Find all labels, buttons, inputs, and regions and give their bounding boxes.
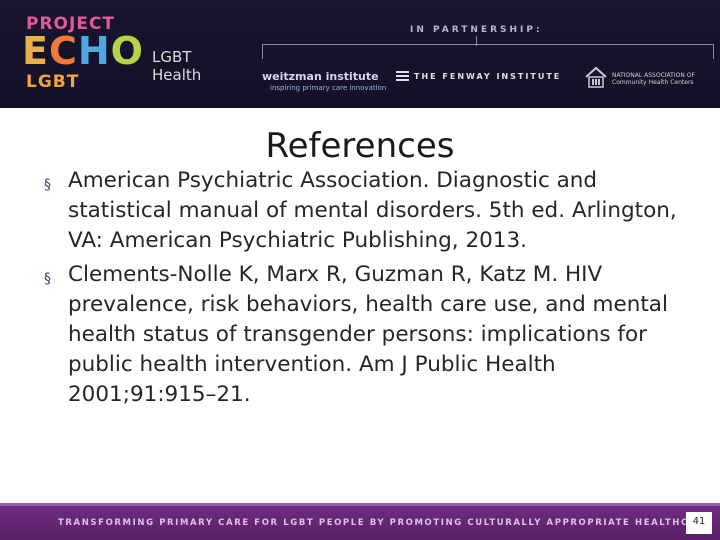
fenway-logo: THE FENWAY INSTITUTE — [414, 72, 562, 81]
reference-item: § Clements-Nolle K, Marx R, Guzman R, Ka… — [44, 260, 684, 410]
reference-text: Clements-Nolle K, Marx R, Guzman R, Katz… — [68, 262, 668, 407]
bullet-icon: § — [44, 177, 51, 193]
weitzman-logo: weitzman institute — [262, 70, 379, 83]
nachc-logo: NATIONAL ASSOCIATION OF Community Health… — [612, 72, 695, 86]
reference-text: American Psychiatric Association. Diagno… — [68, 168, 677, 253]
partnership-bracket — [262, 44, 714, 59]
reference-list: § American Psychiatric Association. Diag… — [44, 166, 684, 414]
slide-title: References — [265, 126, 455, 166]
bullet-icon: § — [44, 271, 51, 287]
footer-tagline: TRANSFORMING PRIMARY CARE FOR LGBT PEOPL… — [58, 518, 713, 528]
logo-lgbt-text: LGBT — [26, 72, 80, 92]
fenway-mark-icon — [396, 71, 409, 81]
project-echo-logo: PROJECT ECHO LGBT LGBT Health — [22, 14, 242, 96]
weitzman-tagline: inspiring primary care innovation — [270, 84, 387, 92]
page-number: 41 — [692, 516, 706, 527]
partnership-label: IN PARTNERSHIP: — [410, 25, 543, 35]
logo-echo-text: ECHO — [22, 29, 144, 73]
logo-subtitle: LGBT Health — [152, 48, 202, 84]
reference-item: § American Psychiatric Association. Diag… — [44, 166, 684, 256]
house-icon — [585, 66, 607, 88]
